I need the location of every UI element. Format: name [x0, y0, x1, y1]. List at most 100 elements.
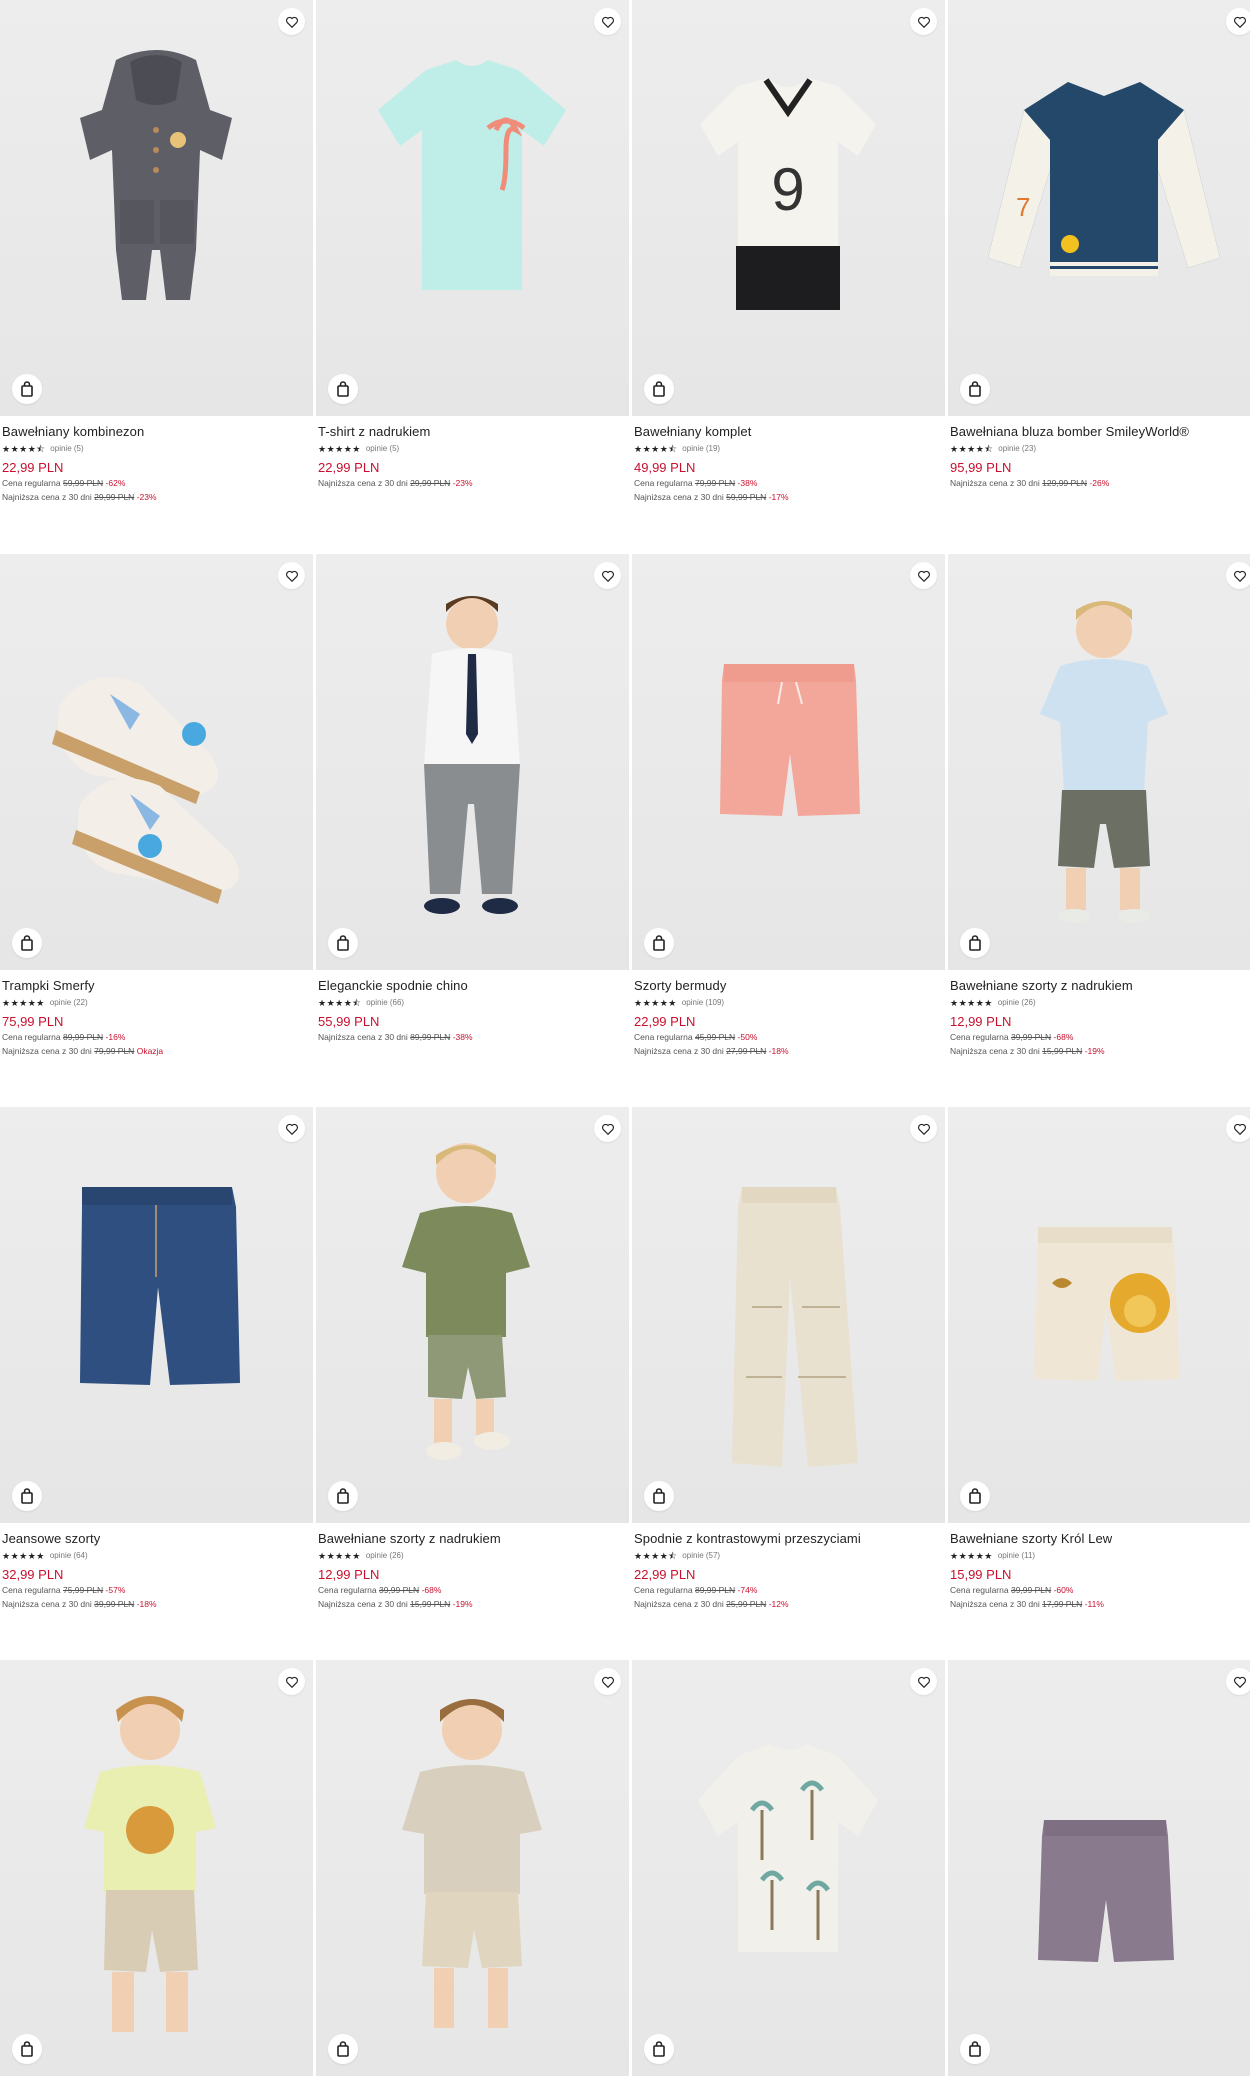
product-name[interactable]: Trampki Smerfy: [2, 978, 311, 994]
add-to-bag-icon[interactable]: [328, 1481, 358, 1511]
review-count[interactable]: opinie (19): [682, 442, 720, 456]
lowest-discount: -19%: [452, 1599, 473, 1609]
product-name[interactable]: Jeansowe szorty: [2, 1531, 311, 1547]
product-name[interactable]: Bawełniany kombinezon: [2, 424, 311, 440]
product-card[interactable]: Szorty bermudy ★★★★★ opinie (109) 22,99 …: [632, 554, 945, 1058]
add-to-bag-icon[interactable]: [960, 1481, 990, 1511]
add-to-bag-icon[interactable]: [644, 2034, 674, 2064]
wishlist-heart-icon[interactable]: [1226, 1115, 1250, 1142]
review-count[interactable]: opinie (26): [366, 1549, 404, 1563]
add-to-bag-icon[interactable]: [12, 928, 42, 958]
product-image[interactable]: [632, 1660, 945, 2076]
product-card[interactable]: Bawełniane szorty z nadrukiem ★★★★★ opin…: [948, 554, 1250, 1058]
product-image[interactable]: [0, 1660, 313, 2076]
regular-discount: -50%: [737, 1032, 758, 1042]
lowest-price-line: Najniższa cena z 30 dni 39,99 PLN -18%: [2, 1597, 311, 1611]
add-to-bag-icon[interactable]: [12, 2034, 42, 2064]
product-image[interactable]: [0, 1107, 313, 1523]
wishlist-heart-icon[interactable]: [1226, 562, 1250, 589]
product-card[interactable]: Eleganckie spodnie chino ★★★★⯪ opinie (6…: [316, 554, 629, 1044]
product-name[interactable]: Eleganckie spodnie chino: [318, 978, 627, 994]
product-name[interactable]: T-shirt z nadrukiem: [318, 424, 627, 440]
wishlist-heart-icon[interactable]: [594, 1668, 621, 1695]
add-to-bag-icon[interactable]: [960, 374, 990, 404]
review-count[interactable]: opinie (5): [50, 442, 83, 456]
wishlist-heart-icon[interactable]: [594, 8, 621, 35]
regular-price-line: Cena regularna 39,99 PLN -60%: [950, 1583, 1250, 1597]
product-image[interactable]: [316, 1660, 629, 2076]
product-image[interactable]: 9: [632, 0, 945, 416]
product-name[interactable]: Spodnie z kontrastowymi przeszyciami: [634, 1531, 943, 1547]
product-card[interactable]: Bawełniany kombinezon ★★★★⯪ opinie (5) 2…: [0, 0, 313, 504]
wishlist-heart-icon[interactable]: [910, 8, 937, 35]
regular-price-line: Cena regularna 59,99 PLN -62%: [2, 476, 311, 490]
review-count[interactable]: opinie (22): [50, 996, 88, 1010]
product-card[interactable]: T-shirt z nadrukiem ★★★★★ opinie (5) 22,…: [316, 0, 629, 490]
product-image[interactable]: [316, 554, 629, 970]
add-to-bag-icon[interactable]: [644, 374, 674, 404]
add-to-bag-icon[interactable]: [328, 2034, 358, 2064]
product-name[interactable]: Bawełniane szorty Król Lew: [950, 1531, 1250, 1547]
wishlist-heart-icon[interactable]: [278, 1115, 305, 1142]
product-card[interactable]: [948, 1660, 1250, 2076]
rating-stars-icon: ★★★★★: [2, 1551, 45, 1561]
product-card[interactable]: Bawełniane szorty z nadrukiem ★★★★★ opin…: [316, 1107, 629, 1611]
product-card[interactable]: [316, 1660, 629, 2076]
product-image[interactable]: [948, 1660, 1250, 2076]
product-image[interactable]: [0, 554, 313, 970]
product-card[interactable]: 9 Bawełniany komplet ★★★★⯪ opinie (19) 4…: [632, 0, 945, 504]
wishlist-heart-icon[interactable]: [278, 1668, 305, 1695]
product-name[interactable]: Bawełniany komplet: [634, 424, 943, 440]
product-image[interactable]: [316, 1107, 629, 1523]
printed-shirt-icon: [698, 1744, 878, 1952]
product-card[interactable]: Spodnie z kontrastowymi przeszyciami ★★★…: [632, 1107, 945, 1611]
product-image[interactable]: [632, 554, 945, 970]
product-image[interactable]: [316, 0, 629, 416]
wishlist-heart-icon[interactable]: [1226, 1668, 1250, 1695]
romper-icon: [80, 50, 232, 300]
review-count[interactable]: opinie (64): [50, 1549, 88, 1563]
add-to-bag-icon[interactable]: [644, 1481, 674, 1511]
product-card[interactable]: [632, 1660, 945, 2076]
product-image[interactable]: [948, 1107, 1250, 1523]
product-image[interactable]: [632, 1107, 945, 1523]
add-to-bag-icon[interactable]: [960, 928, 990, 958]
review-count[interactable]: opinie (5): [366, 442, 399, 456]
product-name[interactable]: Bawełniane szorty z nadrukiem: [318, 1531, 627, 1547]
review-count[interactable]: opinie (66): [366, 996, 404, 1010]
product-image[interactable]: [948, 554, 1250, 970]
add-to-bag-icon[interactable]: [960, 2034, 990, 2064]
wishlist-heart-icon[interactable]: [594, 1115, 621, 1142]
trousers-icon: [732, 1187, 858, 1467]
review-count[interactable]: opinie (57): [682, 1549, 720, 1563]
wishlist-heart-icon[interactable]: [278, 562, 305, 589]
wishlist-heart-icon[interactable]: [594, 562, 621, 589]
add-to-bag-icon[interactable]: [12, 1481, 42, 1511]
product-image[interactable]: 7: [948, 0, 1250, 416]
product-image[interactable]: [0, 0, 313, 416]
product-card[interactable]: Bawełniane szorty Król Lew ★★★★★ opinie …: [948, 1107, 1250, 1611]
denim-shorts-icon: [80, 1187, 240, 1385]
product-card[interactable]: Jeansowe szorty ★★★★★ opinie (64) 32,99 …: [0, 1107, 313, 1611]
add-to-bag-icon[interactable]: [644, 928, 674, 958]
wishlist-heart-icon[interactable]: [910, 1115, 937, 1142]
product-card[interactable]: 7 Bawełniana bluza bomber SmileyWorld® ★…: [948, 0, 1250, 490]
product-name[interactable]: Bawełniana bluza bomber SmileyWorld®: [950, 424, 1250, 440]
rating-stars-icon: ★★★★★: [634, 998, 677, 1008]
product-name[interactable]: Bawełniane szorty z nadrukiem: [950, 978, 1250, 994]
wishlist-heart-icon[interactable]: [910, 562, 937, 589]
review-count[interactable]: opinie (109): [682, 996, 724, 1010]
add-to-bag-icon[interactable]: [12, 374, 42, 404]
review-count[interactable]: opinie (11): [998, 1549, 1035, 1563]
review-count[interactable]: opinie (23): [998, 442, 1036, 456]
product-card[interactable]: [0, 1660, 313, 2076]
product-name[interactable]: Szorty bermudy: [634, 978, 943, 994]
product-card[interactable]: Trampki Smerfy ★★★★★ opinie (22) 75,99 P…: [0, 554, 313, 1058]
review-count[interactable]: opinie (26): [998, 996, 1036, 1010]
wishlist-heart-icon[interactable]: [1226, 8, 1250, 35]
wishlist-heart-icon[interactable]: [278, 8, 305, 35]
lowest-discount: Okazja: [136, 1046, 164, 1056]
add-to-bag-icon[interactable]: [328, 374, 358, 404]
wishlist-heart-icon[interactable]: [910, 1668, 937, 1695]
add-to-bag-icon[interactable]: [328, 928, 358, 958]
